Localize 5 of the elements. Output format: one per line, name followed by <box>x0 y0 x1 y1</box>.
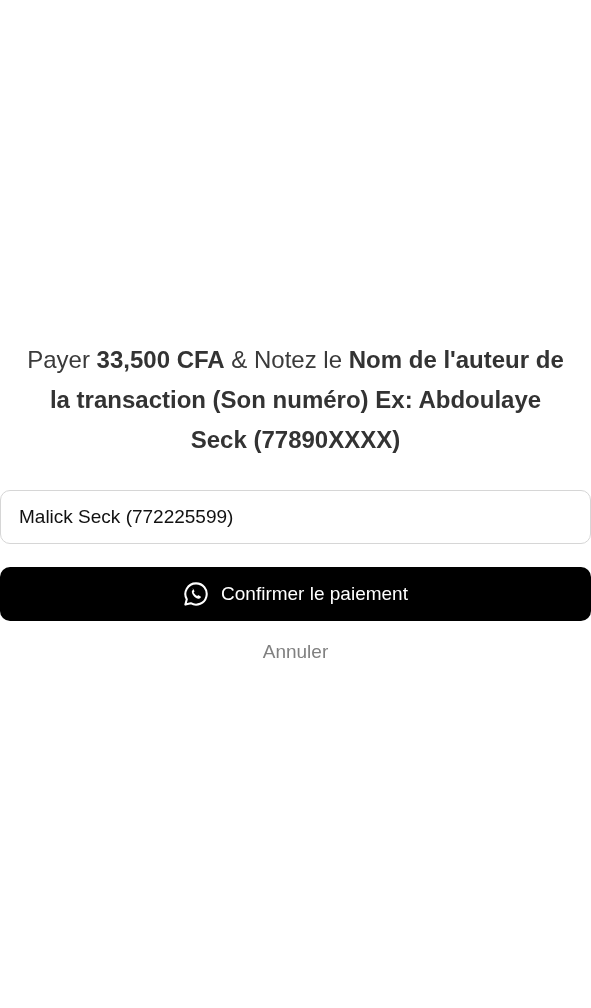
payment-instructions: Payer 33,500 CFA & Notez le Nom de l'auteur de la transaction (Son numéro) Ex: Abdoulaye Seck (77890XXXX) <box>26 345 565 455</box>
confirm-payment-button[interactable]: Confirmer le paiement <box>0 567 591 621</box>
whatsapp-icon <box>183 581 210 607</box>
cancel-link[interactable]: Annuler <box>262 641 329 663</box>
name-input-field[interactable]: Malick Seck (772225599) <box>0 490 591 544</box>
